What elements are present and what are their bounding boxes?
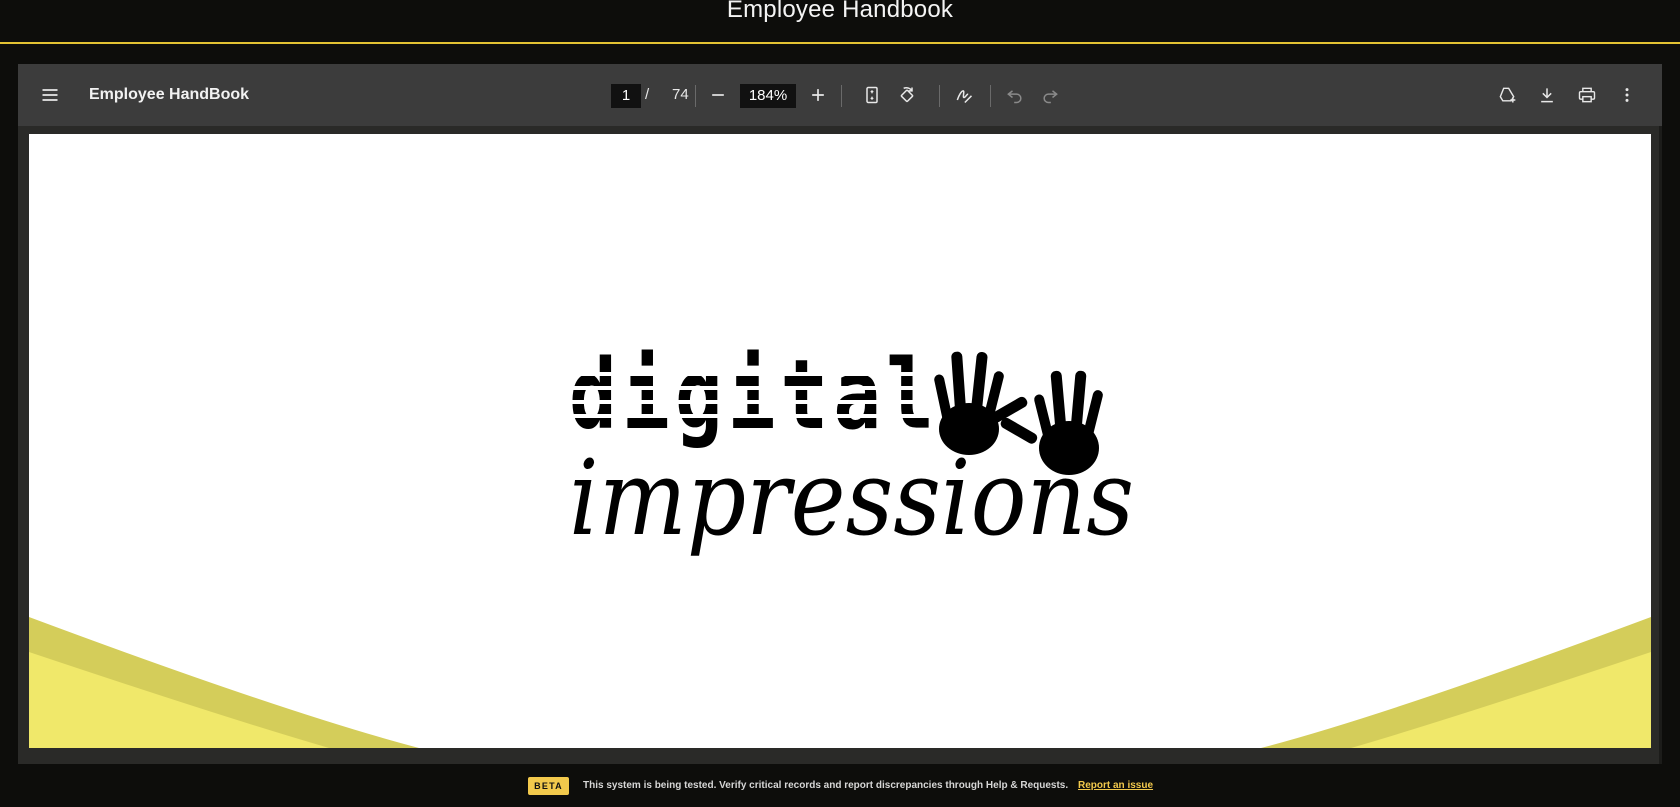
fit-page-icon: [855, 78, 889, 112]
zoom-out-button[interactable]: [701, 64, 735, 126]
document-cover: digital impressions: [29, 339, 1651, 748]
page-number-input[interactable]: 1: [611, 84, 641, 108]
redo-icon: [1033, 78, 1067, 112]
annotate-button[interactable]: [947, 64, 981, 126]
logo-wordmark-top: digital: [569, 339, 939, 451]
logo-wordmark-bottom: impressions: [569, 437, 1134, 559]
print-button[interactable]: [1570, 64, 1604, 126]
rotate-button[interactable]: [890, 64, 924, 126]
download-icon: [1530, 78, 1564, 112]
add-to-drive-button[interactable]: [1490, 64, 1524, 126]
beta-badge: BETA: [528, 777, 569, 795]
zoom-in-button[interactable]: [801, 64, 835, 126]
pdf-toolbar: Employee HandBook 1 / 74 184%: [18, 64, 1662, 126]
vertical-scrollbar[interactable]: [1659, 126, 1662, 764]
app-root: Employee Handbook Employee HandBook 1 / …: [0, 0, 1680, 807]
redo-button[interactable]: [1033, 64, 1067, 126]
pdf-viewer: Employee HandBook 1 / 74 184% digital im…: [18, 64, 1662, 764]
drive-add-icon: [1490, 78, 1524, 112]
rotate-icon: [890, 78, 924, 112]
fit-page-button[interactable]: [855, 64, 889, 126]
toolbar-divider: [939, 85, 940, 107]
page-total: 74: [672, 86, 689, 103]
beta-message: This system is being tested. Verify crit…: [583, 780, 1069, 791]
menu-icon: [33, 78, 67, 112]
annotate-icon: [947, 78, 981, 112]
toolbar-divider: [990, 85, 991, 107]
zoom-in-icon: [801, 78, 835, 112]
top-bar: Employee Handbook: [0, 0, 1680, 44]
report-issue-link[interactable]: Report an issue: [1078, 765, 1153, 807]
document-title: Employee HandBook: [89, 86, 250, 103]
zoom-level[interactable]: 184%: [740, 84, 796, 108]
toolbar-divider: [841, 85, 842, 107]
zoom-out-icon: [701, 78, 735, 112]
undo-button[interactable]: [998, 64, 1032, 126]
undo-icon: [998, 78, 1032, 112]
menu-button[interactable]: [33, 64, 67, 126]
download-button[interactable]: [1530, 64, 1564, 126]
pdf-page: digital impressions: [29, 134, 1651, 748]
toolbar-divider: [695, 85, 696, 107]
more-vert-icon: [1610, 78, 1644, 112]
app-title: Employee Handbook: [726, 0, 954, 23]
beta-footer: BETA This system is being tested. Verify…: [0, 765, 1680, 807]
page-separator: /: [645, 86, 650, 103]
more-options-button[interactable]: [1610, 64, 1644, 126]
print-icon: [1570, 78, 1604, 112]
